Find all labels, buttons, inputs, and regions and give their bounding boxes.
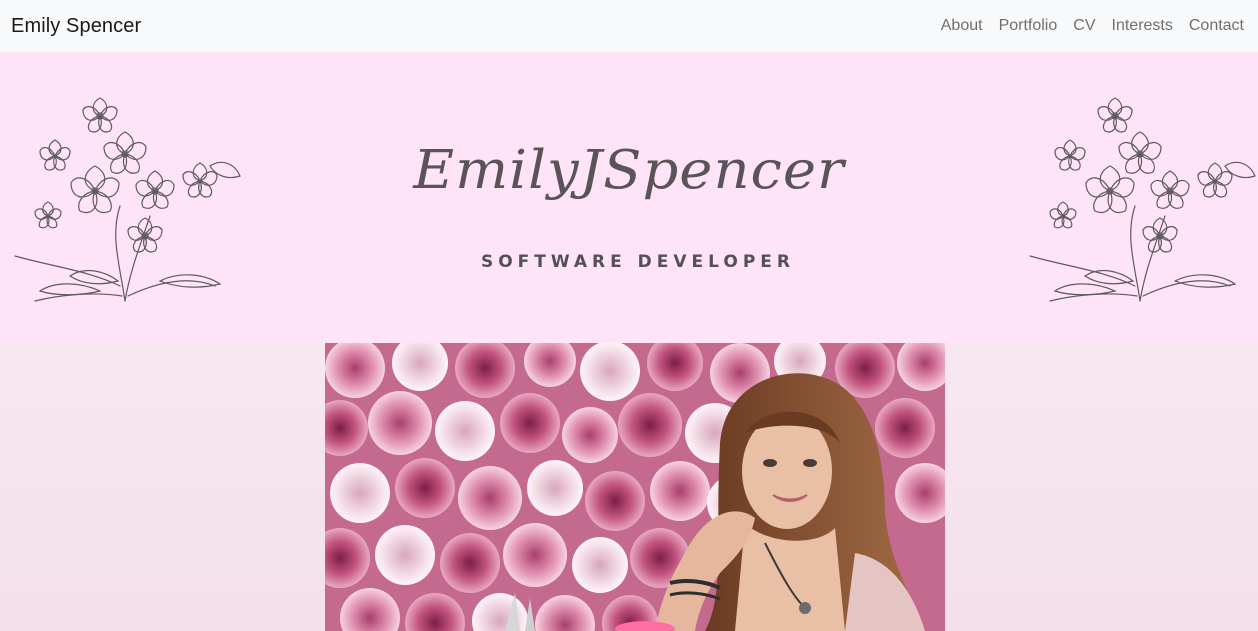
nav-link-interests[interactable]: Interests: [1104, 17, 1181, 35]
profile-photo: [325, 343, 945, 631]
nav-link-about[interactable]: About: [933, 17, 991, 35]
profile-section: [0, 343, 1258, 631]
flower-bouquet-icon: [1029, 97, 1256, 302]
nav-links: About Portfolio CV Interests Contact: [933, 0, 1258, 52]
brand-link[interactable]: Emily Spencer: [11, 15, 141, 38]
header-banner: EmilyJSpencer SOFTWARE DEVELOPER: [0, 52, 1258, 343]
profile-photo-illustration: [325, 343, 945, 631]
nav-link-contact[interactable]: Contact: [1181, 17, 1252, 35]
navbar: Emily Spencer About Portfolio CV Interes…: [0, 0, 1258, 52]
nav-link-portfolio[interactable]: Portfolio: [991, 17, 1066, 35]
nav-link-cv[interactable]: CV: [1065, 17, 1103, 35]
